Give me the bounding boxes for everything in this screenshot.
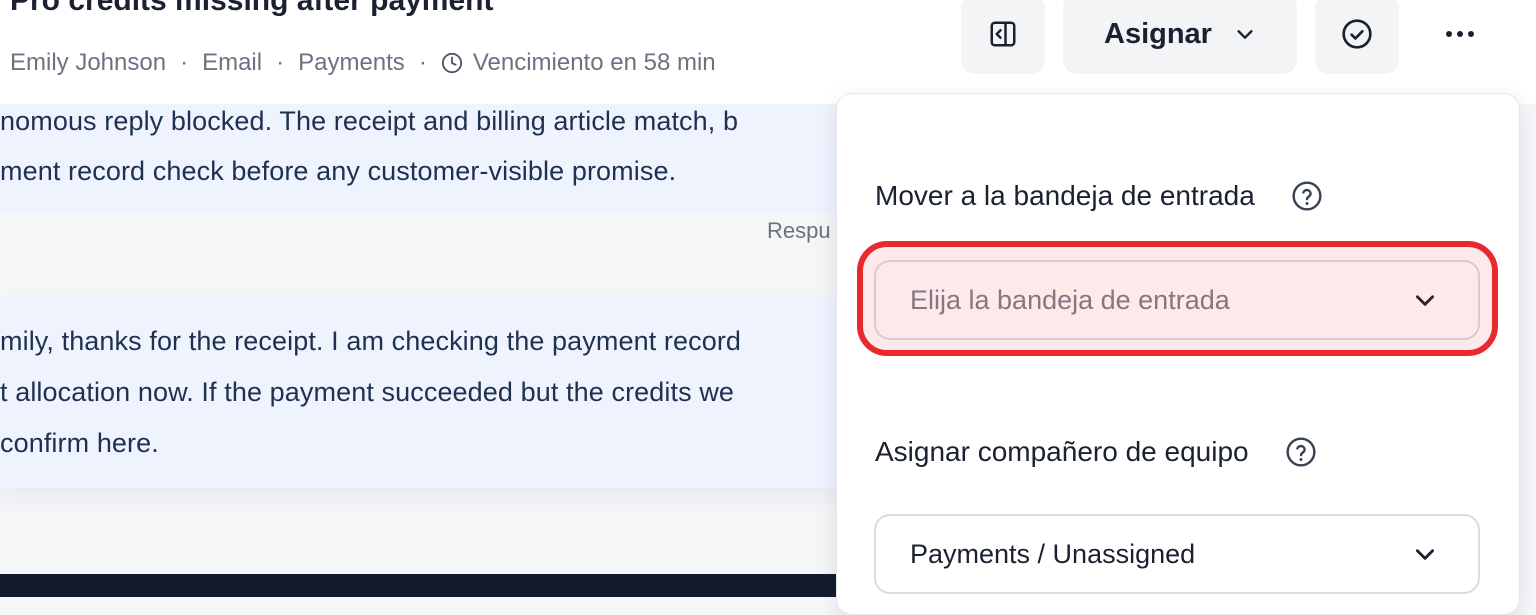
reply-line-3: confirm here. <box>0 428 159 458</box>
teammate-select[interactable]: Payments / Unassigned <box>874 514 1480 594</box>
separator: · <box>180 49 189 76</box>
clock-icon <box>441 52 462 74</box>
due-time: Vencimiento en 58 min <box>472 49 716 76</box>
inbox-label-row: Mover a la bandeja de entrada <box>875 180 1323 212</box>
team-name: Payments <box>298 49 405 76</box>
help-icon[interactable] <box>1291 180 1323 212</box>
help-icon[interactable] <box>1285 436 1317 468</box>
inbox-select-placeholder: Elija la bandeja de entrada <box>910 284 1230 315</box>
separator: · <box>418 49 427 76</box>
more-icon <box>1446 31 1474 37</box>
resolve-button[interactable] <box>1315 0 1399 74</box>
ticket-title: Pro credits missing after payment <box>10 0 494 17</box>
reply-label: Respu <box>767 218 831 243</box>
note-line-2: ment record check before any customer-vi… <box>0 156 677 186</box>
ticket-meta: Emily Johnson · Email · Payments · Venci… <box>10 46 716 80</box>
check-circle-icon <box>1342 19 1372 49</box>
separator: · <box>276 49 285 76</box>
composer-bar <box>0 574 838 597</box>
assign-button-label: Asignar <box>1104 17 1212 50</box>
customer-name[interactable]: Emily Johnson <box>10 49 166 77</box>
internal-note: nomous reply blocked. The receipt and bi… <box>0 104 838 214</box>
reply-line-2: t allocation now. If the payment succeed… <box>0 377 735 407</box>
assign-dropdown-panel: Mover a la bandeja de entrada Elija la b… <box>836 93 1520 615</box>
chevron-down-icon <box>1416 549 1434 560</box>
panel-toggle-icon <box>990 21 1016 47</box>
conversation-thread: nomous reply blocked. The receipt and bi… <box>0 104 838 574</box>
reply-line-1: mily, thanks for the receipt. I am check… <box>0 326 742 356</box>
teammate-label-row: Asignar compañero de equipo <box>875 436 1317 468</box>
teammate-select-value: Payments / Unassigned <box>910 538 1196 569</box>
ticket-header: Pro credits missing after payment Emily … <box>0 0 1536 104</box>
chevron-down-icon <box>1416 295 1434 306</box>
toggle-sidebar-button[interactable] <box>961 0 1045 74</box>
teammate-label: Asignar compañero de equipo <box>875 436 1249 467</box>
reply-message: mily, thanks for the receipt. I am check… <box>0 298 838 488</box>
note-line-1: nomous reply blocked. The receipt and bi… <box>0 106 739 136</box>
inbox-label: Mover a la bandeja de entrada <box>875 180 1255 211</box>
channel-name: Email <box>202 49 263 76</box>
more-options-button[interactable] <box>1414 0 1506 74</box>
chevron-down-icon <box>1237 30 1253 39</box>
assign-button[interactable]: Asignar <box>1063 0 1297 74</box>
inbox-select[interactable]: Elija la bandeja de entrada <box>874 260 1480 340</box>
